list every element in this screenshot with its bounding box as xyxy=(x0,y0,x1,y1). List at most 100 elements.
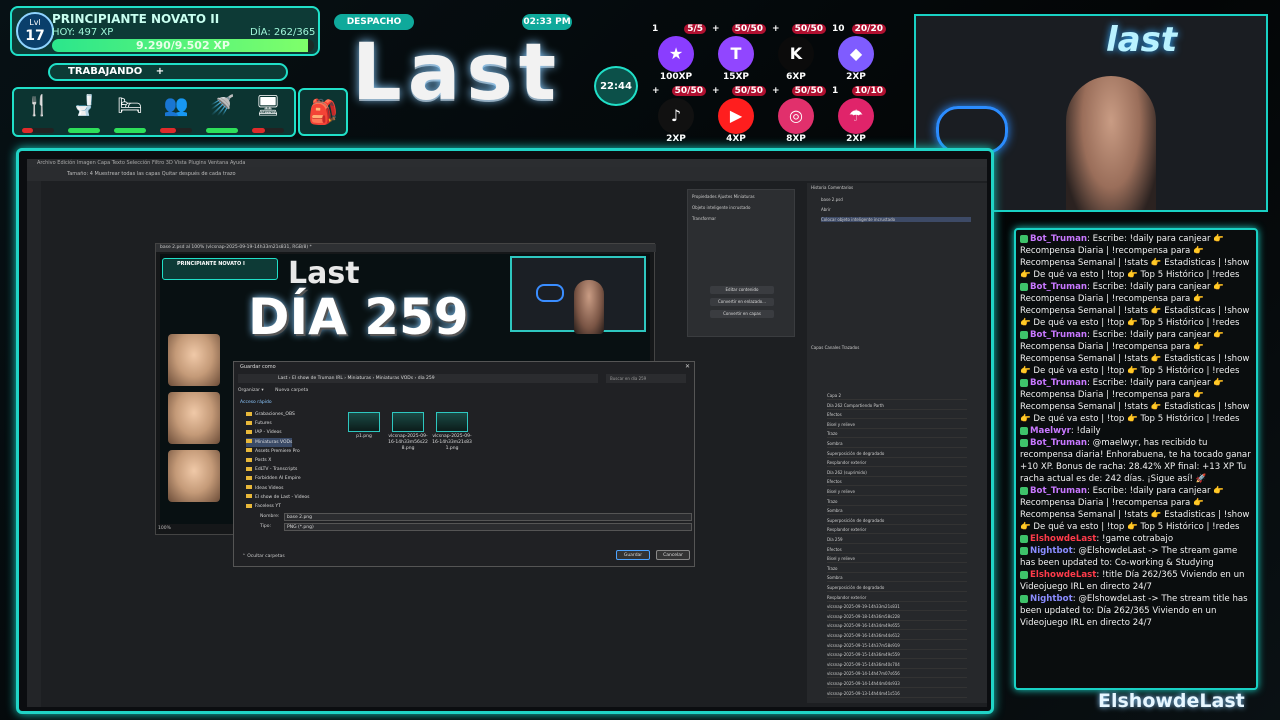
folder-item[interactable]: Ideas Videos xyxy=(246,484,283,493)
layer-row[interactable]: Día 259 xyxy=(827,535,967,544)
chat-username[interactable]: Bot_Truman xyxy=(1030,378,1087,388)
folder-item[interactable]: Miniaturas VODs xyxy=(246,437,293,447)
layer-row[interactable]: Trazo xyxy=(827,497,967,506)
history-item[interactable]: Abrir xyxy=(821,207,831,212)
search-input[interactable]: Buscar en día 259 xyxy=(606,374,686,383)
history-item[interactable]: Colocar objeto inteligente incrustado xyxy=(821,217,971,222)
layer-row[interactable]: Resplandor exterior xyxy=(827,458,967,468)
layer-row[interactable]: vlcsnap-2025-09-15-14h36m49s559 xyxy=(827,650,967,660)
layer-row[interactable]: Bisel y relieve xyxy=(827,554,967,564)
file-thumbnail xyxy=(436,412,468,432)
layer-row[interactable]: Sombra xyxy=(827,439,967,448)
layer-row[interactable]: Sombra xyxy=(827,506,967,516)
layer-row[interactable]: vlcsnap-2025-09-16-14h36m44s612 xyxy=(827,631,967,640)
chat-username[interactable]: ElshowdeLast xyxy=(1030,570,1096,580)
chat-username[interactable]: Bot_Truman xyxy=(1030,486,1087,496)
layer-row[interactable]: Efectos xyxy=(827,410,967,420)
computer-icon-glyph: 🖥 xyxy=(255,93,281,117)
layer-row[interactable]: Resplandor exterior xyxy=(827,525,967,535)
file-item[interactable]: vlcsnap-2025-09-16-14h33m56s22 8.png xyxy=(388,412,428,452)
filename-input[interactable]: base 2.png xyxy=(284,513,692,521)
folder-item[interactable]: Faceless YT xyxy=(246,502,281,511)
thumbnail-face xyxy=(168,450,220,502)
props-transform: Transformar xyxy=(692,216,716,221)
chat-username[interactable]: Maelwyr xyxy=(1030,426,1071,436)
zoom-level[interactable]: 100% xyxy=(158,526,171,531)
goal-multiplier: + xyxy=(772,24,780,34)
layer-row[interactable]: Superposición de degradado xyxy=(827,516,967,525)
layer-row[interactable]: vlcsnap-2025-09-19-14h33m21s831 xyxy=(827,602,967,612)
convert-linked-button[interactable]: Convertir en enlazado... xyxy=(710,298,774,306)
layer-row[interactable]: Trazo xyxy=(827,564,967,573)
layer-row[interactable]: Capa 2 xyxy=(827,391,967,400)
layer-row[interactable]: Día 262 (suprimido) xyxy=(827,468,967,477)
folder-item[interactable]: EdLTV - Transcripts xyxy=(246,465,297,474)
need-bar xyxy=(114,128,146,133)
layer-row[interactable]: Efectos xyxy=(827,477,967,487)
chat-username[interactable]: Bot_Truman xyxy=(1030,438,1087,448)
chat-username[interactable]: Nightbot xyxy=(1030,594,1073,604)
hide-folders-toggle[interactable]: ⌃ Ocultar carpetas xyxy=(242,554,285,559)
convert-layers-button[interactable]: Convertir en capas xyxy=(710,310,774,318)
layer-row[interactable]: Resplandor exterior xyxy=(827,593,967,602)
chat-username[interactable]: Bot_Truman xyxy=(1030,234,1087,244)
ps-options-bar[interactable]: Tamaño: 4 Muestrear todas las capas Quit… xyxy=(27,167,987,181)
ps-menu-bar[interactable]: Archivo Edición Imagen Capa Texto Selecc… xyxy=(27,159,987,167)
folder-item[interactable]: Assets Premiere Pro xyxy=(246,447,300,456)
chat-text: : !game cotrabajo xyxy=(1096,534,1174,544)
cancel-button[interactable]: Cancelar xyxy=(656,550,690,560)
goal-multiplier: + xyxy=(712,86,720,96)
level-label: Lvl xyxy=(29,18,41,27)
save-button[interactable]: Guardar xyxy=(616,550,650,560)
chat-username[interactable]: ElshowdeLast xyxy=(1030,534,1096,544)
document-title[interactable]: base 2.psd al 100% (vlcsnap-2025-09-19-1… xyxy=(156,244,656,252)
layer-row[interactable]: Superposición de degradado xyxy=(827,449,967,458)
thumbnail-face xyxy=(168,334,220,386)
computer-icon: 🖥 xyxy=(248,93,288,135)
layer-row[interactable]: Efectos xyxy=(827,545,967,554)
address-bar[interactable]: Last › El show de Truman IRL › Miniatura… xyxy=(238,374,598,383)
need-bar-fill xyxy=(160,128,176,133)
chat-username[interactable]: Bot_Truman xyxy=(1030,282,1087,292)
folder-item[interactable]: El show de Last - Videos xyxy=(246,493,309,502)
instagram-icon: ◎ xyxy=(778,98,814,134)
folder-item[interactable]: Posts X xyxy=(246,456,271,465)
layer-row[interactable]: Superposición de degradado xyxy=(827,583,967,592)
layer-row[interactable]: vlcsnap-2025-09-15-14h37m58s919 xyxy=(827,641,967,650)
goal-count: 50/50 xyxy=(791,24,826,34)
new-folder-button[interactable]: Nueva carpeta xyxy=(275,388,308,393)
filetype-select[interactable]: PNG (*.png) xyxy=(284,523,692,531)
file-item[interactable]: vlcsnap-2025-09-16-14h33m21s83 1.png xyxy=(432,412,472,452)
layer-row[interactable]: Día 262 Compartiendo Parth xyxy=(827,401,967,410)
layer-row[interactable]: vlcsnap-2025-09-14-14h44m04s933 xyxy=(827,679,967,688)
close-icon[interactable]: ✕ xyxy=(685,363,690,370)
layer-row[interactable]: Sombra xyxy=(827,573,967,583)
chat-badge-icon xyxy=(1020,378,1028,387)
history-item[interactable]: base 2.psd xyxy=(821,197,843,202)
folder-item[interactable]: IAP - Videos xyxy=(246,428,282,437)
last-logo: Last xyxy=(352,28,563,118)
layer-row[interactable]: vlcsnap-2025-09-13-14h44m41s516 xyxy=(827,689,967,698)
history-title[interactable]: Historia Comentarios xyxy=(811,185,853,190)
layers-list: Capa 2 Día 262 Compartiendo Parth Efectos B… xyxy=(821,391,981,701)
props-title[interactable]: Propiedades Ajustes Miniaturas xyxy=(692,194,790,199)
layer-row[interactable]: vlcsnap-2025-09-18-14h36m58s228 xyxy=(827,612,967,621)
organize-button[interactable]: Organizar ▾ xyxy=(238,388,264,393)
chat-username[interactable]: Bot_Truman xyxy=(1030,330,1087,340)
layer-row[interactable]: Trazo xyxy=(827,429,967,439)
ps-toolbar[interactable] xyxy=(27,181,41,707)
layers-tabs[interactable]: Capas Canales Trazados xyxy=(811,345,859,350)
file-item[interactable]: p1.png xyxy=(344,412,384,440)
layer-row[interactable]: Bisel y relieve xyxy=(827,487,967,496)
quick-access[interactable]: Acceso rápido xyxy=(240,400,272,405)
layer-row[interactable]: vlcsnap-2025-09-14-14h47m07s656 xyxy=(827,669,967,679)
chat-username[interactable]: Nightbot xyxy=(1030,546,1073,556)
layer-row[interactable]: vlcsnap-2025-09-16-14h34m49s655 xyxy=(827,621,967,631)
layer-row[interactable]: vlcsnap-2025-09-15-14h36m40s704 xyxy=(827,660,967,669)
folder-item[interactable]: Forbidden AI Empire xyxy=(246,474,301,483)
layer-row[interactable]: Bisel y relieve xyxy=(827,420,967,429)
day-counter: DÍA: 262/365 xyxy=(250,27,316,38)
edit-content-button[interactable]: Editar contenido xyxy=(710,286,774,294)
folder-item[interactable]: Futures xyxy=(246,419,272,428)
folder-item[interactable]: Grabaciones_OBS xyxy=(246,410,295,419)
